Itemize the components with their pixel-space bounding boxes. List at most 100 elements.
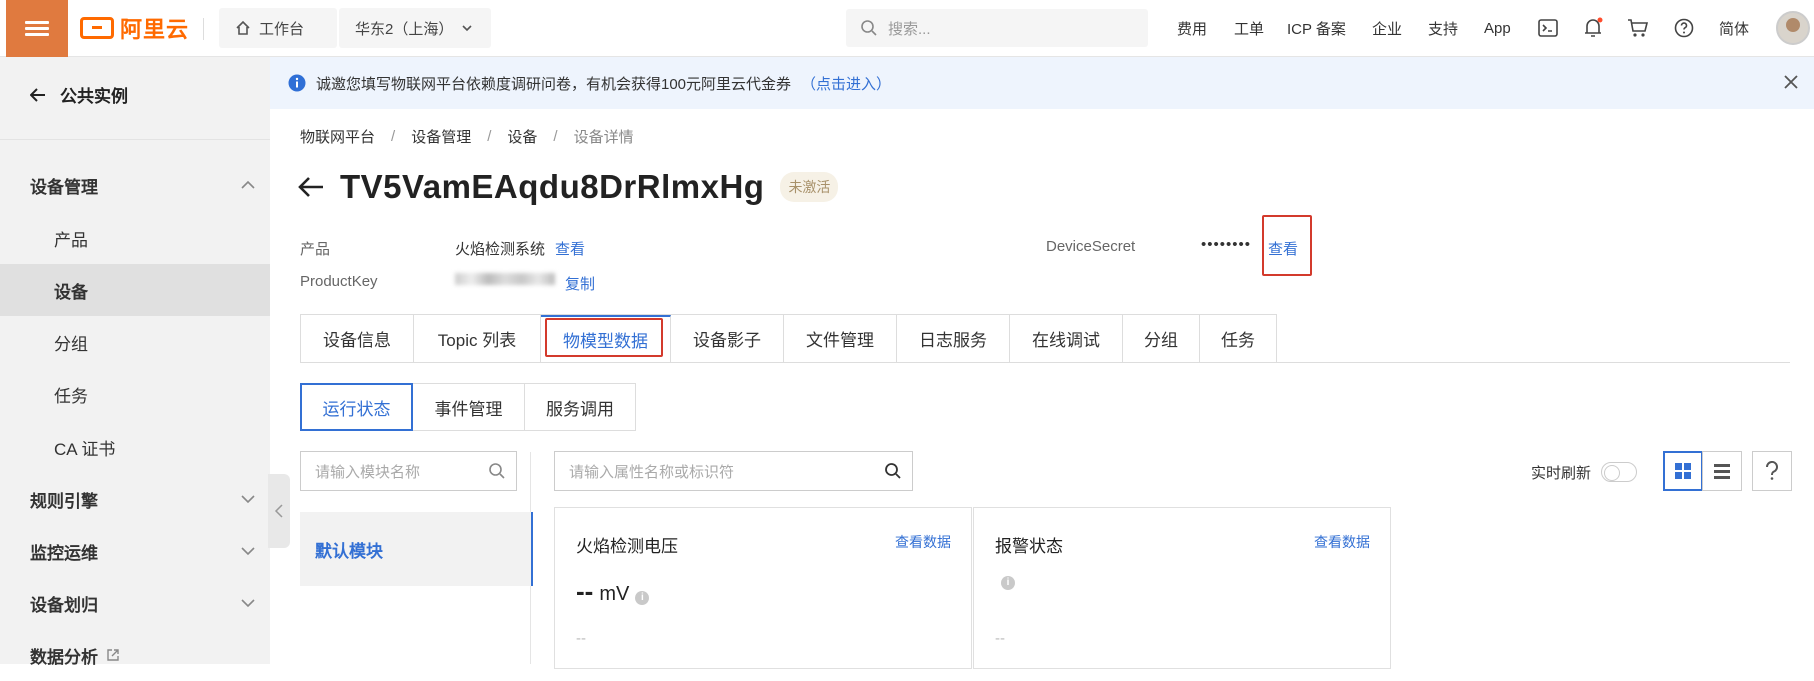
tab-online-debug[interactable]: 在线调试: [1010, 315, 1123, 362]
nav-enterprise[interactable]: 企业: [1372, 0, 1402, 57]
card-title: 火焰检测电压: [576, 537, 678, 556]
terminal-icon[interactable]: [1536, 16, 1560, 40]
sidebar-group-rule-engine[interactable]: 规则引擎: [0, 473, 270, 525]
tab-file-mgmt[interactable]: 文件管理: [784, 315, 897, 362]
module-item-label: 默认模块: [315, 541, 383, 561]
property-search-placeholder: 请输入属性名称或标识符: [569, 463, 735, 481]
help-button[interactable]: [1752, 451, 1792, 491]
devicesecret-value: ••••••••: [1201, 236, 1252, 253]
page-title: TV5VamEAqdu8DrRlmxHg: [340, 168, 765, 205]
sidebar-group-device-mgmt[interactable]: 设备管理: [0, 159, 270, 211]
card-unit: mV: [599, 583, 630, 605]
productkey-label: ProductKey: [300, 273, 378, 290]
highlight-box: [1262, 215, 1312, 276]
help-icon[interactable]: [1672, 16, 1696, 40]
sidebar-item-product[interactable]: 产品: [0, 212, 270, 264]
card-value: -- mV i: [576, 576, 650, 607]
card-view-button[interactable]: [1663, 451, 1703, 491]
breadcrumb-separator: /: [553, 128, 558, 145]
tab-topic-list[interactable]: Topic 列表: [414, 315, 541, 362]
breadcrumb-device-mgmt[interactable]: 设备管理: [411, 126, 471, 147]
tab-task[interactable]: 任务: [1200, 315, 1277, 362]
info-icon[interactable]: i: [635, 591, 650, 605]
back-arrow-icon[interactable]: [298, 176, 324, 198]
tab-device-info[interactable]: 设备信息: [301, 315, 414, 362]
sidebar-group-label: 监控运维: [30, 543, 98, 563]
search-icon[interactable]: [488, 462, 506, 480]
sidebar-item-label: 设备: [54, 282, 88, 302]
avatar[interactable]: [1776, 11, 1810, 45]
module-search-input[interactable]: 请输入模块名称: [300, 451, 517, 491]
search-input[interactable]: 搜索...: [846, 9, 1148, 47]
region-select[interactable]: 华东2（上海）: [339, 8, 491, 48]
search-icon[interactable]: [884, 462, 902, 480]
workbench-button[interactable]: 工作台: [219, 8, 337, 48]
product-label: 产品: [300, 241, 331, 258]
realtime-refresh-toggle[interactable]: [1601, 462, 1637, 482]
card-value-text: --: [576, 576, 594, 606]
sidebar-item-ca-cert[interactable]: CA 证书: [0, 421, 270, 473]
language-switch[interactable]: 简体: [1719, 0, 1749, 57]
breadcrumb-separator: /: [487, 128, 492, 145]
search-icon: [861, 20, 877, 36]
tab-log-service[interactable]: 日志服务: [897, 315, 1010, 362]
nav-icp[interactable]: ICP 备案: [1287, 0, 1346, 57]
breadcrumb-iot[interactable]: 物联网平台: [300, 126, 375, 147]
question-icon: [1765, 461, 1778, 480]
region-label: 华东2（上海）: [355, 20, 454, 38]
sidebar-divider: [0, 139, 270, 140]
back-label: 公共实例: [60, 87, 128, 106]
chevron-down-icon: [241, 547, 255, 556]
productkey-copy-link[interactable]: 复制: [565, 273, 595, 294]
external-link-icon: [107, 649, 119, 661]
tab-device-shadow[interactable]: 设备影子: [671, 315, 784, 362]
info-icon: [288, 74, 306, 92]
sidebar-item-group[interactable]: 分组: [0, 316, 270, 368]
sidebar-collapse-handle[interactable]: [268, 474, 290, 548]
property-card: 火焰检测电压 查看数据 -- mV i --: [554, 507, 972, 669]
product-view-link[interactable]: 查看: [555, 238, 585, 259]
arrow-left-icon: [30, 87, 45, 102]
notice-link[interactable]: （点击进入）: [801, 73, 891, 94]
sidebar-item-device[interactable]: 设备: [0, 264, 270, 316]
chevron-left-icon: [274, 504, 283, 518]
list-view-button[interactable]: [1702, 451, 1742, 491]
status-badge: 未激活: [780, 172, 839, 202]
sidebar-group-label: 设备管理: [30, 177, 98, 197]
bell-icon[interactable]: [1581, 16, 1605, 40]
subtab-event-mgmt[interactable]: 事件管理: [412, 383, 525, 431]
view-data-link[interactable]: 查看数据: [895, 532, 951, 552]
divider: [203, 18, 204, 40]
close-icon[interactable]: [1782, 73, 1800, 91]
module-item-default[interactable]: 默认模块: [300, 512, 533, 586]
sidebar-group-data-analysis[interactable]: 数据分析: [0, 629, 270, 681]
home-icon: [236, 20, 250, 35]
sidebar: 公共实例 设备管理 产品 设备 分组 任务 CA 证书 规则引擎 监控运维 设备…: [0, 57, 270, 667]
sidebar-group-device-assign[interactable]: 设备划归: [0, 577, 270, 629]
view-data-link[interactable]: 查看数据: [1314, 532, 1370, 552]
sidebar-group-monitor-ops[interactable]: 监控运维: [0, 525, 270, 577]
nav-support[interactable]: 支持: [1428, 0, 1458, 57]
card-value: i: [995, 576, 1015, 590]
logo-text: 阿里云: [120, 17, 190, 42]
subtab-runtime-status[interactable]: 运行状态: [300, 383, 413, 431]
sidebar-item-task[interactable]: 任务: [0, 368, 270, 420]
cart-icon[interactable]: [1626, 16, 1650, 40]
sidebar-item-label: 分组: [54, 334, 88, 354]
property-search-input[interactable]: 请输入属性名称或标识符: [554, 451, 913, 491]
back-to-instances[interactable]: 公共实例: [30, 82, 128, 107]
menu-icon[interactable]: [6, 0, 68, 57]
tabs-underline: [300, 362, 1790, 363]
sidebar-group-label: 规则引擎: [30, 491, 98, 511]
list-icon: [1714, 464, 1730, 479]
nav-app[interactable]: App: [1484, 0, 1511, 57]
info-icon[interactable]: i: [1001, 576, 1015, 590]
card-title: 报警状态: [995, 537, 1063, 556]
subtab-service-call[interactable]: 服务调用: [524, 383, 636, 431]
top-bar: 阿里云 工作台 华东2（上海） 搜索... 费用 工单 ICP 备案 企业 支持…: [0, 0, 1814, 57]
aliyun-logo[interactable]: 阿里云: [80, 12, 189, 44]
tab-group[interactable]: 分组: [1123, 315, 1200, 362]
nav-fees[interactable]: 费用: [1177, 0, 1207, 57]
breadcrumb-device[interactable]: 设备: [507, 126, 537, 147]
nav-tickets[interactable]: 工单: [1234, 0, 1264, 57]
